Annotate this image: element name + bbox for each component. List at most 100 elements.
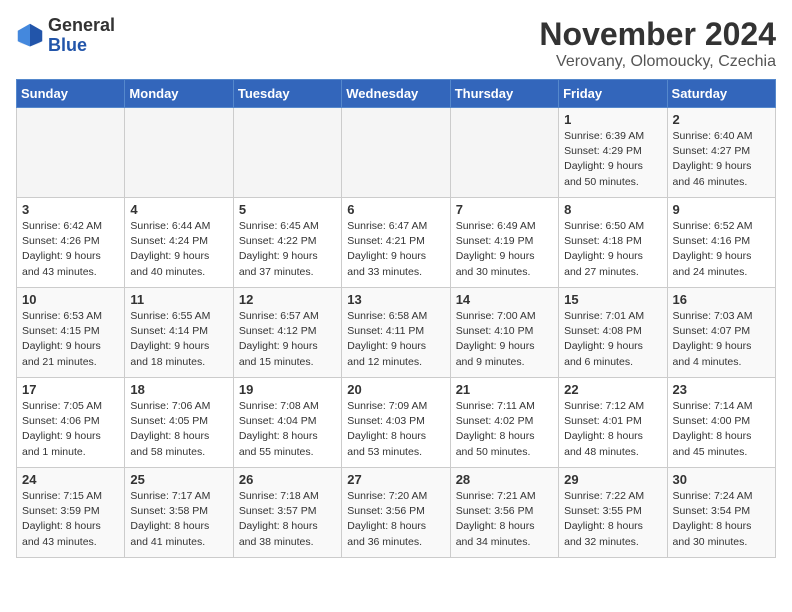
calendar-cell: 30 Sunrise: 7:24 AM Sunset: 3:54 PM Dayli… — [667, 468, 775, 558]
calendar-cell: 9Sunrise: 6:52 AM Sunset: 4:16 PM Daylig… — [667, 198, 775, 288]
day-info: Sunrise: 7:22 AM Sunset: 3:55 PM Dayligh… — [564, 489, 661, 550]
calendar-cell: 14 Sunrise: 7:00 AM Sunset: 4:10 PM Dayli… — [450, 288, 558, 378]
day-number: 30 — [673, 472, 770, 487]
calendar-cell: 16 Sunrise: 7:03 AM Sunset: 4:07 PM Dayli… — [667, 288, 775, 378]
calendar-week-row: 1Sunrise: 6:39 AM Sunset: 4:29 PM Daylig… — [17, 108, 776, 198]
calendar-cell: 29 Sunrise: 7:22 AM Sunset: 3:55 PM Dayli… — [559, 468, 667, 558]
calendar-week-row: 24Sunrise: 7:15 AM Sunset: 3:59 PM Dayli… — [17, 468, 776, 558]
calendar-cell: 24Sunrise: 7:15 AM Sunset: 3:59 PM Dayli… — [17, 468, 125, 558]
day-number: 10 — [22, 292, 119, 307]
calendar-cell: 17 Sunrise: 7:05 AM Sunset: 4:06 PM Dayli… — [17, 378, 125, 468]
day-number: 23 — [673, 382, 770, 397]
calendar-cell: 20 Sunrise: 7:09 AM Sunset: 4:03 PM Dayli… — [342, 378, 450, 468]
calendar-week-row: 3 Sunrise: 6:42 AM Sunset: 4:26 PM Daylig… — [17, 198, 776, 288]
day-number: 18 — [130, 382, 227, 397]
day-info: Sunrise: 7:20 AM Sunset: 3:56 PM Dayligh… — [347, 489, 444, 550]
day-info: Sunrise: 7:14 AM Sunset: 4:00 PM Dayligh… — [673, 399, 770, 460]
calendar-cell: 18Sunrise: 7:06 AM Sunset: 4:05 PM Dayli… — [125, 378, 233, 468]
calendar-cell: 7Sunrise: 6:49 AM Sunset: 4:19 PM Daylig… — [450, 198, 558, 288]
day-number: 2 — [673, 112, 770, 127]
day-info: Sunrise: 6:49 AM Sunset: 4:19 PM Dayligh… — [456, 219, 553, 280]
calendar-cell: 22Sunrise: 7:12 AM Sunset: 4:01 PM Dayli… — [559, 378, 667, 468]
header-cell-monday: Monday — [125, 80, 233, 108]
day-info: Sunrise: 6:57 AM Sunset: 4:12 PM Dayligh… — [239, 309, 336, 370]
day-info: Sunrise: 6:58 AM Sunset: 4:11 PM Dayligh… — [347, 309, 444, 370]
calendar-header-row: SundayMondayTuesdayWednesdayThursdayFrid… — [17, 80, 776, 108]
header-cell-tuesday: Tuesday — [233, 80, 341, 108]
header-cell-saturday: Saturday — [667, 80, 775, 108]
day-number: 11 — [130, 292, 227, 307]
day-number: 12 — [239, 292, 336, 307]
day-info: Sunrise: 7:05 AM Sunset: 4:06 PM Dayligh… — [22, 399, 119, 460]
day-info: Sunrise: 6:40 AM Sunset: 4:27 PM Dayligh… — [673, 129, 770, 190]
calendar-cell: 10 Sunrise: 6:53 AM Sunset: 4:15 PM Dayli… — [17, 288, 125, 378]
calendar-cell: 23 Sunrise: 7:14 AM Sunset: 4:00 PM Dayli… — [667, 378, 775, 468]
day-number: 5 — [239, 202, 336, 217]
location-title: Verovany, Olomoucky, Czechia — [539, 53, 776, 71]
day-info: Sunrise: 7:08 AM Sunset: 4:04 PM Dayligh… — [239, 399, 336, 460]
day-number: 28 — [456, 472, 553, 487]
logo-icon — [16, 22, 44, 50]
day-info: Sunrise: 7:18 AM Sunset: 3:57 PM Dayligh… — [239, 489, 336, 550]
day-number: 29 — [564, 472, 661, 487]
calendar-cell — [17, 108, 125, 198]
day-number: 8 — [564, 202, 661, 217]
day-number: 3 — [22, 202, 119, 217]
title-area: November 2024 Verovany, Olomoucky, Czech… — [539, 16, 776, 71]
calendar-cell: 4 Sunrise: 6:44 AM Sunset: 4:24 PM Daylig… — [125, 198, 233, 288]
calendar-cell — [233, 108, 341, 198]
day-number: 20 — [347, 382, 444, 397]
calendar-cell — [342, 108, 450, 198]
day-info: Sunrise: 7:09 AM Sunset: 4:03 PM Dayligh… — [347, 399, 444, 460]
header-cell-sunday: Sunday — [17, 80, 125, 108]
calendar-cell: 11Sunrise: 6:55 AM Sunset: 4:14 PM Dayli… — [125, 288, 233, 378]
day-info: Sunrise: 7:01 AM Sunset: 4:08 PM Dayligh… — [564, 309, 661, 370]
day-info: Sunrise: 6:50 AM Sunset: 4:18 PM Dayligh… — [564, 219, 661, 280]
calendar-cell: 2 Sunrise: 6:40 AM Sunset: 4:27 PM Daylig… — [667, 108, 775, 198]
calendar-week-row: 10 Sunrise: 6:53 AM Sunset: 4:15 PM Dayli… — [17, 288, 776, 378]
day-info: Sunrise: 6:53 AM Sunset: 4:15 PM Dayligh… — [22, 309, 119, 370]
day-number: 26 — [239, 472, 336, 487]
logo: General Blue — [16, 16, 115, 56]
day-number: 17 — [22, 382, 119, 397]
calendar-cell: 21 Sunrise: 7:11 AM Sunset: 4:02 PM Dayli… — [450, 378, 558, 468]
day-number: 4 — [130, 202, 227, 217]
header-cell-friday: Friday — [559, 80, 667, 108]
day-number: 1 — [564, 112, 661, 127]
day-number: 15 — [564, 292, 661, 307]
day-info: Sunrise: 7:21 AM Sunset: 3:56 PM Dayligh… — [456, 489, 553, 550]
day-number: 19 — [239, 382, 336, 397]
calendar-cell: 13 Sunrise: 6:58 AM Sunset: 4:11 PM Dayli… — [342, 288, 450, 378]
day-info: Sunrise: 7:15 AM Sunset: 3:59 PM Dayligh… — [22, 489, 119, 550]
calendar-cell: 27 Sunrise: 7:20 AM Sunset: 3:56 PM Dayli… — [342, 468, 450, 558]
day-info: Sunrise: 7:00 AM Sunset: 4:10 PM Dayligh… — [456, 309, 553, 370]
day-info: Sunrise: 7:24 AM Sunset: 3:54 PM Dayligh… — [673, 489, 770, 550]
day-number: 25 — [130, 472, 227, 487]
calendar-cell — [125, 108, 233, 198]
day-info: Sunrise: 6:47 AM Sunset: 4:21 PM Dayligh… — [347, 219, 444, 280]
day-info: Sunrise: 7:03 AM Sunset: 4:07 PM Dayligh… — [673, 309, 770, 370]
calendar-cell: 26 Sunrise: 7:18 AM Sunset: 3:57 PM Dayli… — [233, 468, 341, 558]
calendar-cell: 1Sunrise: 6:39 AM Sunset: 4:29 PM Daylig… — [559, 108, 667, 198]
day-number: 21 — [456, 382, 553, 397]
day-number: 27 — [347, 472, 444, 487]
day-info: Sunrise: 7:17 AM Sunset: 3:58 PM Dayligh… — [130, 489, 227, 550]
day-info: Sunrise: 6:44 AM Sunset: 4:24 PM Dayligh… — [130, 219, 227, 280]
header: General Blue November 2024 Verovany, Olo… — [16, 16, 776, 71]
calendar-cell — [450, 108, 558, 198]
day-number: 9 — [673, 202, 770, 217]
calendar-table: SundayMondayTuesdayWednesdayThursdayFrid… — [16, 79, 776, 558]
day-info: Sunrise: 7:11 AM Sunset: 4:02 PM Dayligh… — [456, 399, 553, 460]
logo-text: General Blue — [48, 16, 115, 56]
header-cell-thursday: Thursday — [450, 80, 558, 108]
day-number: 16 — [673, 292, 770, 307]
day-info: Sunrise: 6:42 AM Sunset: 4:26 PM Dayligh… — [22, 219, 119, 280]
day-number: 14 — [456, 292, 553, 307]
calendar-cell: 28 Sunrise: 7:21 AM Sunset: 3:56 PM Dayli… — [450, 468, 558, 558]
calendar-cell: 3 Sunrise: 6:42 AM Sunset: 4:26 PM Daylig… — [17, 198, 125, 288]
day-info: Sunrise: 6:45 AM Sunset: 4:22 PM Dayligh… — [239, 219, 336, 280]
calendar-week-row: 17 Sunrise: 7:05 AM Sunset: 4:06 PM Dayli… — [17, 378, 776, 468]
day-number: 13 — [347, 292, 444, 307]
calendar-cell: 15 Sunrise: 7:01 AM Sunset: 4:08 PM Dayli… — [559, 288, 667, 378]
calendar-cell: 8 Sunrise: 6:50 AM Sunset: 4:18 PM Daylig… — [559, 198, 667, 288]
